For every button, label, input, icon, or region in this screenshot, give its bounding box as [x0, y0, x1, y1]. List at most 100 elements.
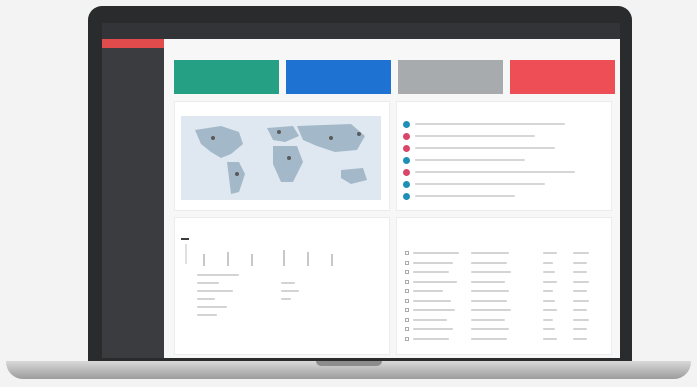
stat-card-2[interactable] [286, 60, 391, 94]
sidebar-item[interactable] [102, 138, 164, 147]
chart-legend-line [197, 298, 215, 300]
table-row[interactable] [397, 326, 611, 332]
feed-text [415, 183, 545, 185]
stat-card-3[interactable] [398, 60, 503, 94]
laptop-notch [316, 361, 382, 366]
map-marker[interactable] [329, 136, 333, 140]
sidebar-item[interactable] [102, 75, 164, 84]
table-cell [573, 261, 587, 264]
row-checkbox[interactable] [405, 298, 409, 303]
row-checkbox[interactable] [405, 289, 409, 293]
feed-item[interactable] [403, 144, 603, 154]
map-marker[interactable] [211, 136, 215, 140]
title-bar [102, 23, 620, 39]
sidebar-item[interactable] [102, 57, 164, 66]
table-cell [543, 299, 555, 302]
feed-avatar [403, 169, 410, 176]
sidebar-item[interactable] [102, 48, 164, 57]
europe-shape [267, 126, 299, 142]
world-map-panel [174, 101, 390, 211]
table-cell [543, 261, 553, 264]
row-checkbox[interactable] [405, 260, 409, 265]
map-marker[interactable] [277, 130, 281, 134]
chart-bar [331, 254, 333, 266]
stat-card-4[interactable] [510, 60, 615, 94]
table-cell [573, 328, 587, 330]
table-cell [543, 318, 553, 321]
main-content [164, 39, 620, 358]
feed-avatar [403, 181, 410, 188]
table-cell [471, 271, 511, 273]
sidebar-item[interactable] [102, 102, 164, 111]
row-checkbox[interactable] [405, 308, 409, 312]
chart-legend-line [281, 298, 291, 300]
table-cell [573, 299, 589, 302]
feed-item[interactable] [403, 180, 603, 190]
map-marker[interactable] [357, 132, 361, 136]
feed-text [415, 147, 555, 149]
sidebar-item[interactable] [102, 39, 164, 48]
sidebar-item[interactable] [102, 165, 164, 174]
sidebar-item[interactable] [102, 174, 164, 183]
table-row[interactable] [397, 336, 611, 342]
activity-feed-panel [396, 101, 612, 211]
row-checkbox[interactable] [405, 317, 409, 322]
feed-text [415, 159, 525, 161]
table-cell [413, 271, 449, 273]
table-row[interactable] [397, 307, 611, 313]
feed-item[interactable] [403, 168, 603, 178]
feed-text [415, 123, 565, 125]
table-cell [413, 299, 451, 302]
north-america-shape [195, 126, 243, 158]
feed-item[interactable] [403, 132, 603, 142]
sidebar-item[interactable] [102, 66, 164, 75]
world-map[interactable] [181, 116, 381, 200]
table-cell [543, 309, 557, 311]
table-cell [573, 280, 589, 283]
feed-item[interactable] [403, 192, 603, 202]
row-checkbox[interactable] [405, 251, 409, 255]
table-row[interactable] [397, 298, 611, 304]
table-header [397, 240, 611, 246]
sidebar-item[interactable] [102, 120, 164, 129]
row-checkbox[interactable] [405, 270, 409, 274]
table-cell [543, 290, 553, 292]
table-row[interactable] [397, 317, 611, 323]
row-checkbox[interactable] [405, 336, 409, 341]
table-cell [543, 271, 555, 273]
table-cell [413, 337, 449, 340]
table-cell [413, 252, 459, 254]
table-row[interactable] [397, 250, 611, 256]
south-america-shape [227, 162, 245, 194]
stat-card-1[interactable] [174, 60, 279, 94]
table-cell [413, 328, 453, 330]
chart-legend-line [197, 282, 219, 284]
table-cell [573, 318, 589, 321]
table-cell [573, 309, 587, 311]
chart-legend-line [281, 290, 299, 292]
table-row[interactable] [397, 269, 611, 275]
orders-table-panel [396, 217, 612, 355]
sidebar-item[interactable] [102, 129, 164, 138]
sidebar-item[interactable] [102, 147, 164, 156]
map-marker[interactable] [235, 172, 239, 176]
sidebar-item[interactable] [102, 156, 164, 165]
feed-avatar [403, 145, 410, 152]
table-row[interactable] [397, 260, 611, 266]
feed-item[interactable] [403, 156, 603, 166]
chart-legend-line [197, 274, 239, 276]
sidebar-item[interactable] [102, 93, 164, 102]
table-cell [471, 318, 505, 321]
row-checkbox[interactable] [405, 279, 409, 284]
sidebar-item[interactable] [102, 111, 164, 120]
table-row[interactable] [397, 288, 611, 294]
row-checkbox[interactable] [405, 327, 409, 331]
chart-legend-line [281, 282, 295, 284]
table-row[interactable] [397, 279, 611, 285]
table-cell [471, 252, 509, 254]
table-cell [471, 261, 507, 264]
sidebar-item[interactable] [102, 84, 164, 93]
map-marker[interactable] [287, 156, 291, 160]
feed-item[interactable] [403, 120, 603, 130]
chart-panel [174, 217, 390, 355]
